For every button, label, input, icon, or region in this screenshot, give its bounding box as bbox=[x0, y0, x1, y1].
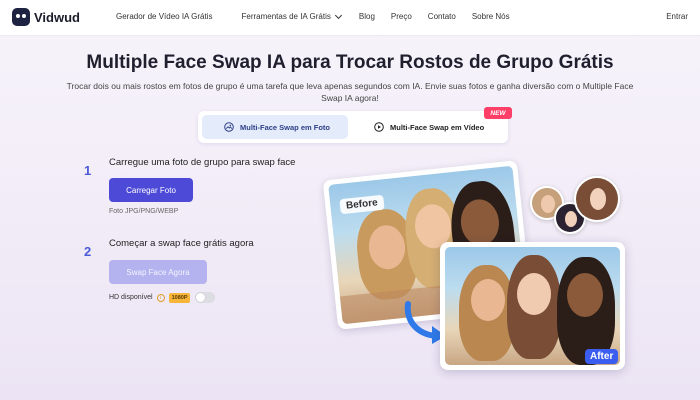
tab-photo-label: Multi-Face Swap em Foto bbox=[240, 122, 331, 132]
mode-tabs: Multi-Face Swap em Foto Multi-Face Swap … bbox=[198, 111, 508, 143]
swap-face-button[interactable]: Swap Face Agora bbox=[109, 260, 207, 284]
image-icon bbox=[224, 122, 234, 132]
tab-photo[interactable]: Multi-Face Swap em Foto bbox=[202, 115, 348, 139]
page-subtitle: Trocar dois ou mais rostos em fotos de g… bbox=[66, 81, 634, 103]
nav-link-contact[interactable]: Contato bbox=[428, 12, 456, 21]
nav-links: Gerador de Vídeo IA Grátis Ferramentas d… bbox=[116, 11, 510, 21]
nav-link-ai-tools-label: Ferramentas de IA Grátis bbox=[241, 12, 331, 21]
step-2-number: 2 bbox=[84, 244, 92, 259]
nav-link-ai-video-generator[interactable]: Gerador de Vídeo IA Grátis bbox=[116, 12, 213, 21]
hd-label: HD disponível bbox=[109, 294, 153, 301]
nav-link-pricing[interactable]: Preço bbox=[391, 12, 412, 21]
nav-link-about[interactable]: Sobre Nós bbox=[472, 12, 510, 21]
upload-photo-button[interactable]: Carregar Foto bbox=[109, 178, 193, 202]
info-icon[interactable]: i bbox=[156, 293, 165, 302]
hd-option: HD disponível i 1080P bbox=[109, 292, 216, 303]
login-link[interactable]: Entrar bbox=[666, 12, 688, 21]
step-2-title: Começar a swap face grátis agora bbox=[109, 238, 254, 249]
step-1-title: Carregue uma foto de grupo para swap fac… bbox=[109, 157, 296, 168]
logo-icon bbox=[12, 8, 30, 26]
tab-video-label: Multi-Face Swap em Vídeo bbox=[390, 122, 485, 132]
resolution-badge: 1080P bbox=[168, 292, 191, 303]
page-title: Multiple Face Swap IA para Trocar Rostos… bbox=[86, 52, 614, 73]
nav-link-blog[interactable]: Blog bbox=[359, 12, 375, 21]
top-navbar: Vidwud Gerador de Vídeo IA Grátis Ferram… bbox=[0, 0, 700, 36]
chevron-down-icon bbox=[334, 11, 342, 19]
avatar-face-3 bbox=[574, 176, 620, 222]
hd-toggle[interactable] bbox=[195, 292, 216, 303]
tab-video[interactable]: Multi-Face Swap em Vídeo bbox=[370, 115, 500, 139]
play-icon bbox=[374, 122, 384, 132]
logo[interactable]: Vidwud bbox=[12, 8, 80, 26]
nav-link-ai-tools[interactable]: Ferramentas de IA Grátis bbox=[241, 11, 342, 21]
logo-text: Vidwud bbox=[34, 9, 80, 25]
supported-formats: Foto JPG/PNG/WEBP bbox=[109, 208, 179, 215]
step-1-number: 1 bbox=[84, 163, 92, 178]
after-photo-image bbox=[445, 247, 620, 365]
new-badge: NEW bbox=[484, 107, 512, 119]
after-label: After bbox=[585, 349, 619, 364]
